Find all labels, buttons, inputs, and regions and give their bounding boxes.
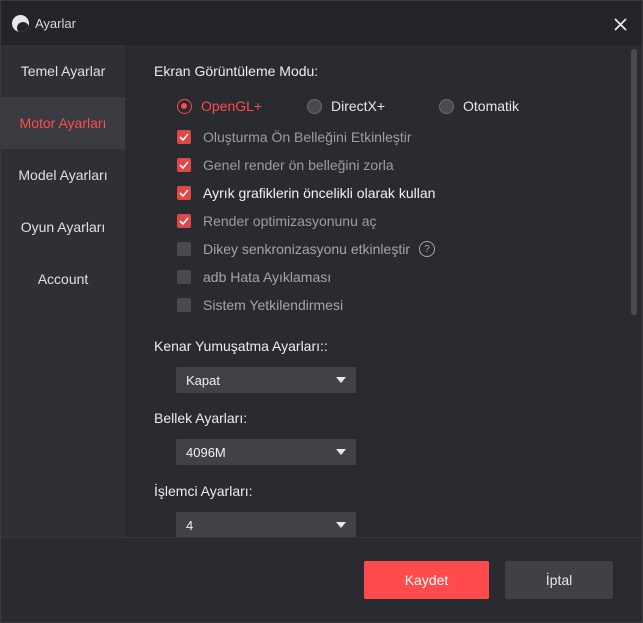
check-icon xyxy=(179,189,189,198)
checkbox-system-authorization[interactable]: Sistem Yetkilendirmesi xyxy=(177,296,343,314)
sidebar-item-label: Model Ayarları xyxy=(18,167,108,183)
checkbox-label: Ayrık grafiklerin öncelikli olarak kulla… xyxy=(203,185,436,201)
checkbox-indicator xyxy=(177,186,191,200)
checkbox-indicator xyxy=(177,298,191,312)
memory-select[interactable]: 4096M xyxy=(176,439,356,465)
save-button[interactable]: Kaydet xyxy=(364,561,489,599)
sidebar-item-label: Temel Ayarlar xyxy=(20,63,106,79)
checkbox-label: adb Hata Ayıklaması xyxy=(203,269,332,285)
sidebar-item-label: Oyun Ayarları xyxy=(20,219,106,235)
sidebar-item-model[interactable]: Model Ayarları xyxy=(1,149,125,201)
checkbox-label: Sistem Yetkilendirmesi xyxy=(203,297,344,313)
app-logo-icon xyxy=(12,15,29,32)
radio-indicator xyxy=(439,98,454,114)
chevron-down-icon xyxy=(336,377,346,383)
radio-label: OpenGL+ xyxy=(201,98,263,114)
content-scrollbar[interactable] xyxy=(631,49,637,315)
radio-label: Otomatik xyxy=(463,98,520,114)
radio-label: DirectX+ xyxy=(331,98,386,114)
antialias-select[interactable]: Kapat xyxy=(176,367,356,393)
checkbox-indicator xyxy=(177,242,191,256)
title-bar: Ayarlar xyxy=(1,1,642,45)
cpu-value: 4 xyxy=(186,517,194,533)
checkbox-indicator xyxy=(177,130,191,144)
checkbox-label: Genel render ön belleğini zorla xyxy=(203,157,394,173)
memory-value: 4096M xyxy=(186,444,226,460)
chevron-down-icon xyxy=(336,522,346,528)
checkbox-indicator xyxy=(177,214,191,228)
settings-sidebar: Temel Ayarlar Motor Ayarları Model Ayarl… xyxy=(1,45,125,537)
checkbox-vsync[interactable]: Dikey senkronizasyonu etkinleştir ? xyxy=(177,240,435,258)
checkbox-discrete-gpu[interactable]: Ayrık grafiklerin öncelikli olarak kulla… xyxy=(177,184,435,202)
cancel-button[interactable]: İptal xyxy=(505,561,613,599)
check-icon xyxy=(179,161,189,170)
checkbox-render-optimization[interactable]: Render optimizasyonunu aç xyxy=(177,212,377,230)
sidebar-item-engine[interactable]: Motor Ayarları xyxy=(1,97,125,149)
chevron-down-icon xyxy=(336,449,346,455)
checkbox-indicator xyxy=(177,158,191,172)
sidebar-item-game[interactable]: Oyun Ayarları xyxy=(1,201,125,253)
check-icon xyxy=(179,217,189,226)
radio-opengl[interactable]: OpenGL+ xyxy=(177,98,262,114)
memory-heading: Bellek Ayarları: xyxy=(154,410,248,426)
sidebar-item-account[interactable]: Account xyxy=(1,253,125,305)
cpu-heading: İşlemci Ayarları: xyxy=(154,483,253,499)
window-title: Ayarlar xyxy=(35,16,76,31)
radio-indicator xyxy=(177,98,192,114)
settings-window: Ayarlar Temel Ayarlar Motor Ayarları Mod… xyxy=(0,0,643,623)
checkbox-label: Render optimizasyonunu aç xyxy=(203,213,377,229)
close-icon xyxy=(613,17,627,31)
display-mode-heading: Ekran Görüntüleme Modu: xyxy=(154,63,319,79)
checkbox-force-render-cache[interactable]: Genel render ön belleğini zorla xyxy=(177,156,394,174)
checkbox-label: Dikey senkronizasyonu etkinleştir xyxy=(203,241,410,257)
radio-indicator xyxy=(307,98,322,114)
checkbox-render-cache[interactable]: Oluşturma Ön Belleğini Etkinleştir xyxy=(177,128,412,146)
cpu-select[interactable]: 4 xyxy=(176,512,356,538)
close-button[interactable] xyxy=(607,11,633,37)
checkbox-label: Oluşturma Ön Belleğini Etkinleştir xyxy=(203,129,412,145)
radio-auto[interactable]: Otomatik xyxy=(439,98,519,114)
antialias-heading: Kenar Yumuşatma Ayarları:: xyxy=(154,338,328,354)
antialias-value: Kapat xyxy=(186,372,220,388)
render-mode-group: OpenGL+ DirectX+ Otomatik xyxy=(177,98,537,118)
radio-directx[interactable]: DirectX+ xyxy=(307,98,385,114)
sidebar-item-basic[interactable]: Temel Ayarlar xyxy=(1,45,125,97)
help-icon[interactable]: ? xyxy=(418,241,435,257)
check-icon xyxy=(179,133,189,142)
checkbox-adb-debug[interactable]: adb Hata Ayıklaması xyxy=(177,268,331,286)
checkbox-indicator xyxy=(177,270,191,284)
sidebar-item-label: Motor Ayarları xyxy=(19,115,107,131)
sidebar-item-label: Account xyxy=(37,271,89,287)
